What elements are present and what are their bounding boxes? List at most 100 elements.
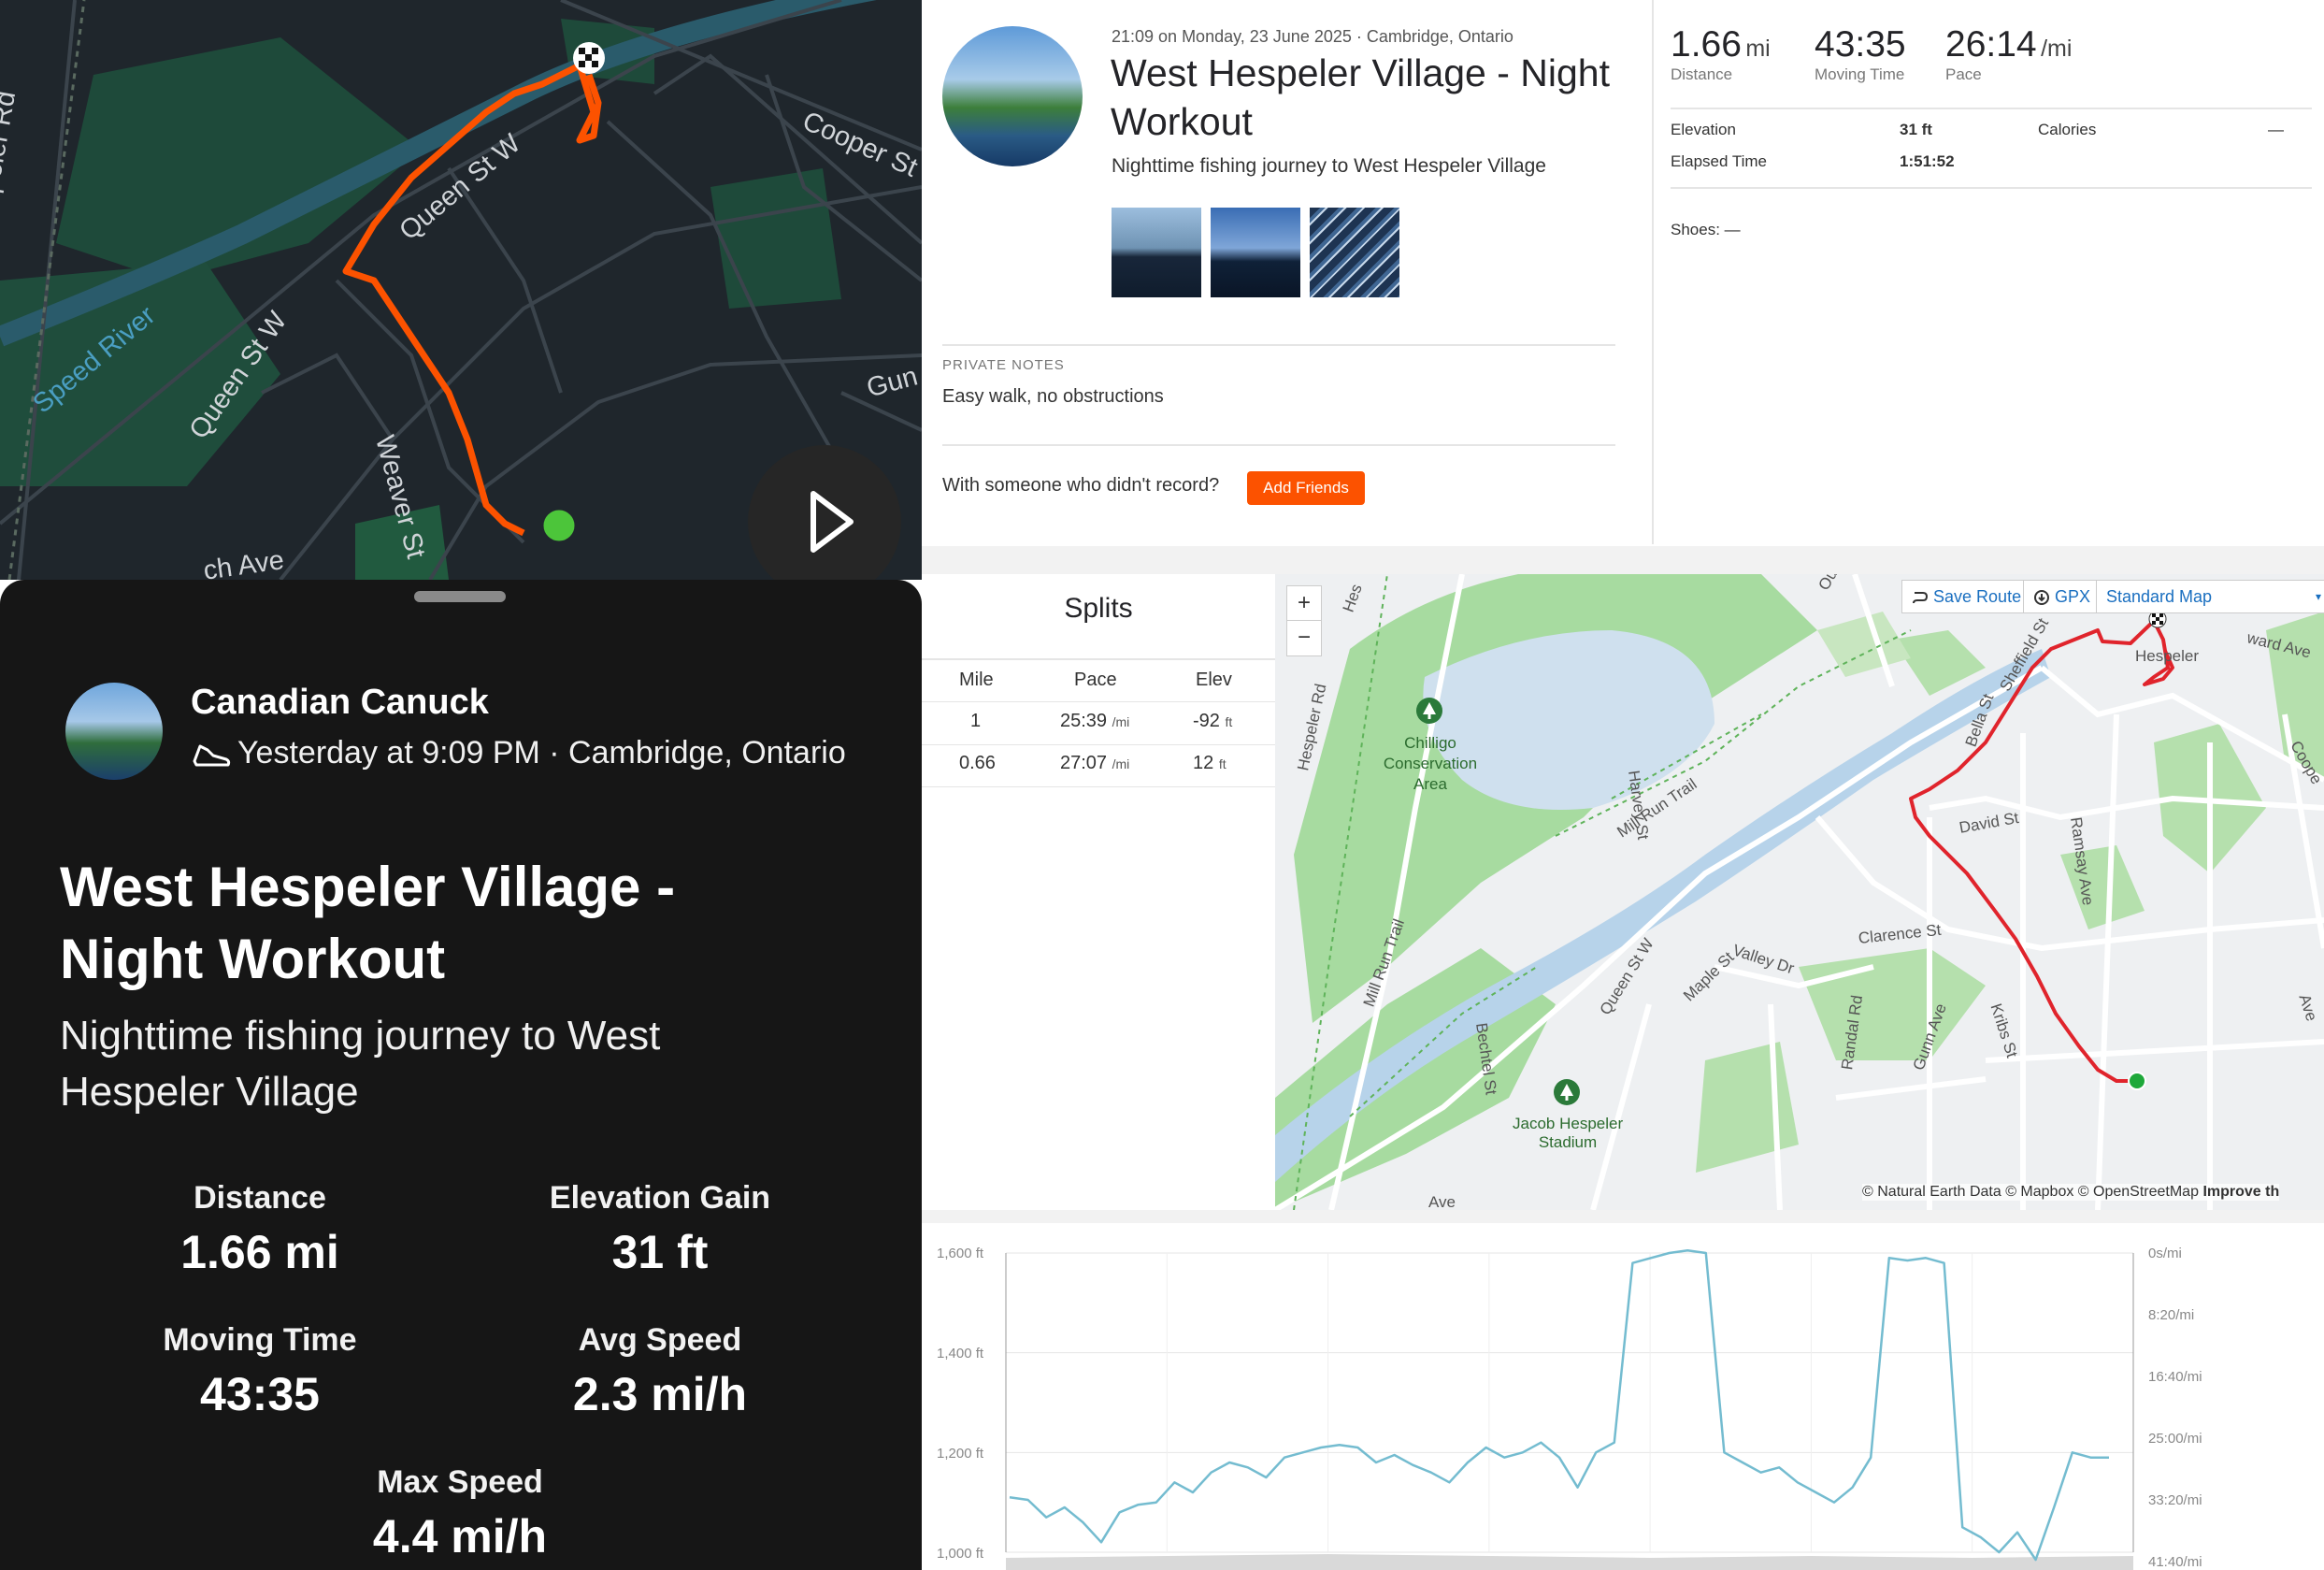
map-style-value: Standard Map <box>2106 587 2213 606</box>
save-route-button[interactable]: Save Route <box>1901 580 2032 613</box>
divider <box>922 786 1275 787</box>
mobile-activity-sheet: Canadian Canuck Yesterday at 9:09 PM · C… <box>0 580 922 1570</box>
download-icon <box>2034 590 2049 606</box>
map-label-jacob: Jacob Hespeler Stadium <box>1513 1115 1623 1152</box>
avatar[interactable] <box>65 683 163 780</box>
photo-thumb-1[interactable] <box>1112 208 1201 297</box>
stat-pace: 26:14 /mi Pace <box>1945 24 2072 84</box>
divider <box>942 344 1615 346</box>
zoom-in-button[interactable]: + <box>1287 586 1321 621</box>
stat-distance-value: 1.66 mi <box>180 1226 339 1278</box>
split-pace: 25:39 /mi <box>1060 711 1129 732</box>
divider <box>1671 108 2312 109</box>
zoom-out-button[interactable]: − <box>1287 621 1321 655</box>
sheet-drag-handle[interactable] <box>414 591 506 602</box>
desktop-activity-title: West Hespeler Village - Night Workout <box>1111 51 1611 143</box>
split-mile: 1 <box>970 711 982 731</box>
stat-moving-time: 43:35 Moving Time <box>1815 24 1906 84</box>
stat-moving-time-value: 43:35 <box>200 1368 320 1420</box>
stat-pace-unit: /mi <box>2041 36 2073 62</box>
section-divider <box>922 546 2324 574</box>
elevation-chart[interactable]: 1,600 ft 1,400 ft 1,200 ft 1,000 ft 0s/m… <box>922 1223 2324 1570</box>
stat-moving-time-value: 43:35 <box>1815 24 1906 65</box>
elapsed-time-label: Elapsed Time <box>1671 152 1767 170</box>
mobile-map[interactable]: Cooper St Queen St W Queen St W Weaver S… <box>0 0 922 580</box>
splits-header-mile: Mile <box>959 670 994 690</box>
split-elev-value: 12 <box>1193 753 1214 773</box>
split-elev: 12 ft <box>1193 753 1227 774</box>
y-tick-right: 8:20/mi <box>2148 1307 2195 1323</box>
route-icon <box>1913 592 1929 604</box>
map-label-chilligo: Chilligo Conservation Area <box>1376 733 1485 795</box>
zoom-controls: + − <box>1286 585 1322 656</box>
with-someone-text: With someone who didn't record? <box>942 475 1220 496</box>
stat-elevation-value: 31 ft <box>611 1226 709 1278</box>
split-pace-unit: /mi <box>1112 756 1130 771</box>
map-label-ave: Ave <box>1428 1193 1456 1210</box>
map-label-hespeler: Hespeler <box>2135 647 2200 665</box>
stat-moving-time-label: Moving Time <box>163 1322 357 1358</box>
chevron-down-icon: ▾ <box>2315 590 2321 603</box>
y-tick-right: 25:00/mi <box>2148 1431 2202 1447</box>
desktop-avatar[interactable] <box>942 26 1083 166</box>
map-style-select[interactable]: Standard Map ▾ <box>2096 580 2324 613</box>
activity-title: West Hespeler Village - Night Workout <box>60 856 676 990</box>
splits-header-elev: Elev <box>1196 670 1232 690</box>
series-line <box>1009 1249 2109 1562</box>
stat-moving-time-label: Moving Time <box>1815 65 1905 83</box>
photo-thumb-2[interactable] <box>1211 208 1300 297</box>
desktop-activity-page: 21:09 on Monday, 23 June 2025 · Cambridg… <box>922 0 2324 1570</box>
athlete-name[interactable]: Canadian Canuck <box>191 683 489 723</box>
elevation-value: 31 ft <box>1900 121 1932 138</box>
shoe-icon <box>193 744 231 767</box>
stat-pace-value: 26:14 <box>1945 24 2037 65</box>
header-vertical-divider <box>1652 0 1654 544</box>
route-map-canvas <box>1275 574 2324 1210</box>
divider <box>942 444 1615 446</box>
y-tick-left: 1,600 ft <box>937 1246 984 1261</box>
y-tick-left: 1,000 ft <box>937 1546 984 1562</box>
stat-max-speed-value: 4.4 mi/h <box>372 1510 548 1563</box>
split-elev-value: -92 <box>1193 711 1220 731</box>
activity-meta: Yesterday at 9:09 PM · Cambridge, Ontari… <box>191 735 846 771</box>
calories-label: Calories <box>2038 121 2097 138</box>
private-notes-label: PRIVATE NOTES <box>942 357 1065 373</box>
divider <box>922 744 1275 745</box>
save-route-label: Save Route <box>1933 587 2022 606</box>
stat-avg-speed-label: Avg Speed <box>578 1322 742 1358</box>
map-label-line: Area <box>1413 775 1447 793</box>
play-button[interactable] <box>748 445 901 580</box>
elevation-label: Elevation <box>1671 121 1736 138</box>
split-elev: -92 ft <box>1193 711 1232 732</box>
map-label-line: Chilligo <box>1404 734 1456 752</box>
splits-header-pace: Pace <box>1074 670 1117 690</box>
route-map[interactable]: Chilligo Conservation Area Jacob Hespele… <box>1275 574 2324 1210</box>
stat-max-speed-label: Max Speed <box>377 1464 543 1500</box>
map-attribution: © Natural Earth Data © Mapbox © OpenStre… <box>1862 1184 2280 1201</box>
park-marker-icon <box>1416 698 1442 724</box>
y-tick-left: 1,400 ft <box>937 1346 984 1361</box>
add-friends-button[interactable]: Add Friends <box>1247 471 1365 505</box>
park-marker-icon <box>1554 1079 1580 1105</box>
stat-avg-speed-value: 2.3 mi/h <box>572 1368 748 1420</box>
elevation-chart-canvas <box>1005 1249 2134 1570</box>
split-pace-value: 25:39 <box>1060 711 1108 731</box>
stat-distance-label: Distance <box>1671 65 1733 83</box>
photo-thumb-3[interactable] <box>1310 208 1399 297</box>
series-pace-area <box>1006 1554 2133 1570</box>
map-label-line: Jacob Hespeler <box>1513 1115 1624 1132</box>
gpx-button[interactable]: GPX <box>2023 580 2102 613</box>
private-notes-text: Easy walk, no obstructions <box>942 386 1164 407</box>
attribution-text[interactable]: © Natural Earth Data © Mapbox © OpenStre… <box>1862 1184 2199 1200</box>
improve-link[interactable]: Improve th <box>2202 1184 2279 1200</box>
divider <box>1671 187 2312 189</box>
y-tick-right: 41:40/mi <box>2148 1554 2202 1570</box>
split-elev-unit: ft <box>1225 714 1233 729</box>
map-label-line: Stadium <box>1538 1133 1598 1151</box>
y-tick-left: 1,200 ft <box>937 1446 984 1462</box>
activity-date: 21:09 on Monday, 23 June 2025 · Cambridg… <box>1112 27 1513 46</box>
y-tick-right: 0s/mi <box>2148 1246 2182 1261</box>
divider <box>922 701 1275 702</box>
activity-meta-text: Yesterday at 9:09 PM · Cambridge, Ontari… <box>237 735 846 771</box>
split-pace: 27:07 /mi <box>1060 753 1129 774</box>
